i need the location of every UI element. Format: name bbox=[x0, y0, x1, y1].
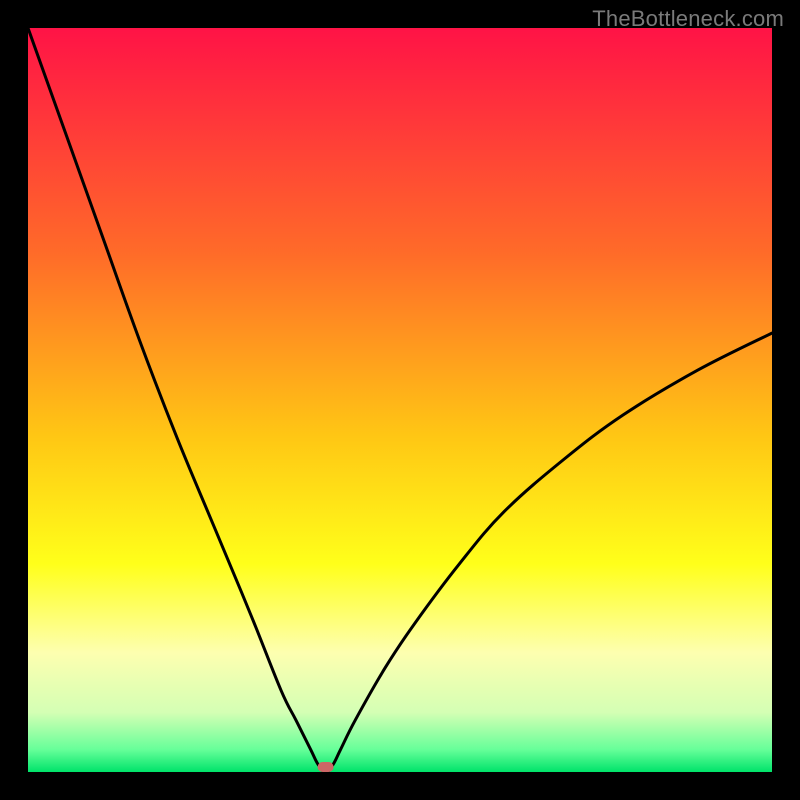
bottleneck-chart bbox=[28, 28, 772, 772]
watermark-text: TheBottleneck.com bbox=[592, 6, 784, 32]
gradient-background bbox=[28, 28, 772, 772]
chart-canvas bbox=[28, 28, 772, 772]
optimal-marker bbox=[318, 762, 334, 772]
